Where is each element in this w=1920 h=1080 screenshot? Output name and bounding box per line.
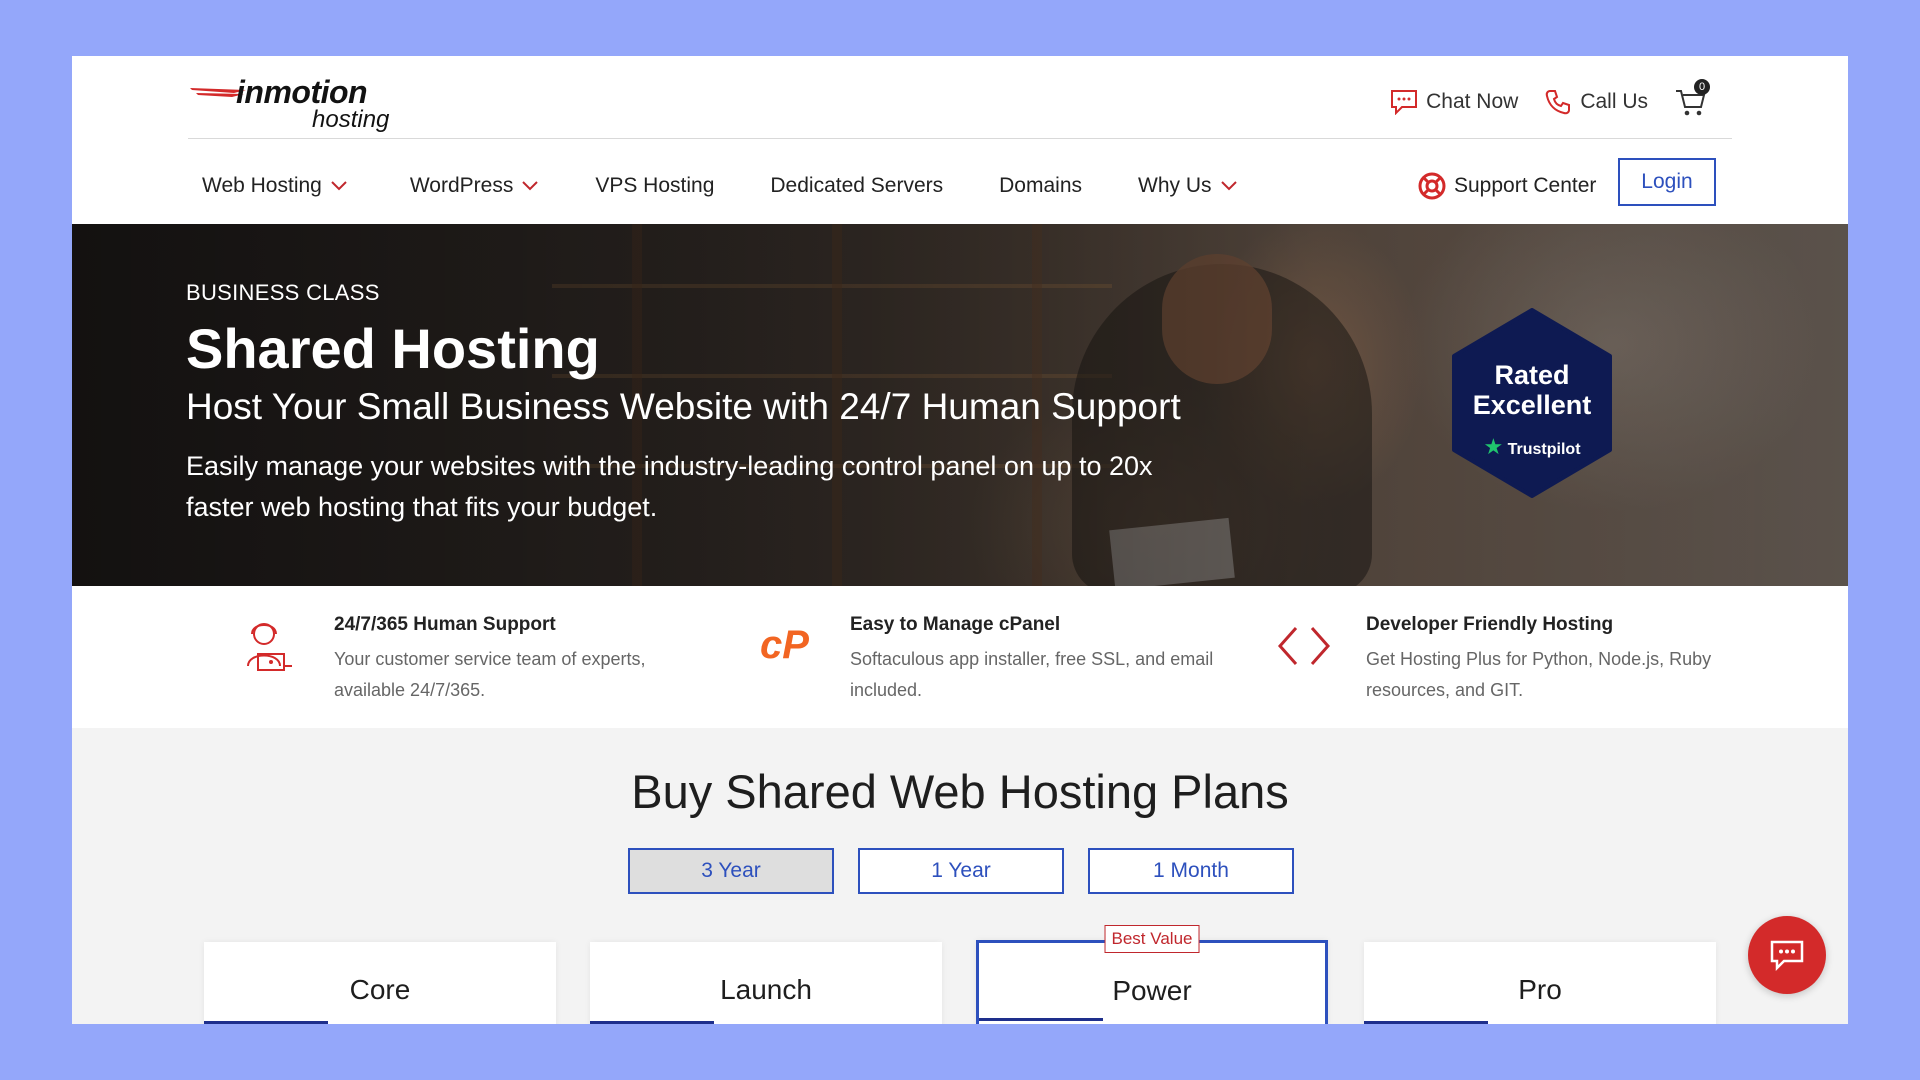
plan-card-launch[interactable]: Launch xyxy=(590,942,942,1024)
hero-subtitle: Host Your Small Business Website with 24… xyxy=(186,386,1181,427)
cart-count-badge: 0 xyxy=(1694,79,1710,95)
login-button[interactable]: Login xyxy=(1618,158,1716,206)
term-selector: 3 Year 1 Year 1 Month xyxy=(628,848,1294,894)
logo-subtext: hosting xyxy=(312,106,390,133)
feature-title: Easy to Manage cPanel xyxy=(850,614,1061,635)
hero-title: Shared Hosting xyxy=(186,317,600,380)
nav-label: Why Us xyxy=(1138,174,1212,197)
plan-card-accent-bar xyxy=(590,1021,714,1024)
call-us-link[interactable]: Call Us xyxy=(1544,88,1648,116)
header-divider xyxy=(188,138,1732,139)
hero-banner: BUSINESS CLASS Shared Hosting Host Your … xyxy=(72,224,1848,586)
feature-title: 24/7/365 Human Support xyxy=(334,614,556,635)
chat-bubble-icon xyxy=(1391,90,1418,115)
badge-line-1: Rated xyxy=(1494,360,1570,390)
plan-card-accent-bar xyxy=(979,1018,1103,1021)
features-strip: 24/7/365 Human Support Your customer ser… xyxy=(72,586,1848,728)
nav-label: Domains xyxy=(999,174,1083,197)
browser-page: inmotion hosting Chat Now Call Us 0 Web … xyxy=(72,56,1848,1024)
live-chat-button[interactable] xyxy=(1748,916,1826,994)
hero-description: Easily manage your websites with the ind… xyxy=(186,451,1153,522)
plan-name: Pro xyxy=(1518,974,1562,1005)
nav-wordpress[interactable]: WordPress xyxy=(410,174,539,198)
nav-web-hosting[interactable]: Web Hosting xyxy=(202,174,348,198)
nav-why-us[interactable]: Why Us xyxy=(1138,174,1238,198)
badge-rating-text: Rated Excellent xyxy=(1450,360,1614,420)
feature-description: Get Hosting Plus for Python, Node.js, Ru… xyxy=(1366,649,1712,700)
nav-label: Dedicated Servers xyxy=(770,174,944,197)
lifebuoy-icon xyxy=(1418,172,1446,200)
feature-description: Your customer service team of experts, a… xyxy=(334,649,646,700)
chevron-down-icon xyxy=(1220,181,1237,191)
chat-now-link[interactable]: Chat Now xyxy=(1390,89,1518,115)
feature-title: Developer Friendly Hosting xyxy=(1366,614,1614,635)
plan-name: Launch xyxy=(720,974,812,1005)
phone-icon xyxy=(1546,90,1571,115)
plan-name: Core xyxy=(349,974,411,1005)
call-us-label: Call Us xyxy=(1580,90,1648,113)
hero-kicker: BUSINESS CLASS xyxy=(186,280,380,305)
support-agent-icon xyxy=(247,623,292,671)
nav-label: VPS Hosting xyxy=(595,174,715,197)
trustpilot-label: ★ Trustpilot xyxy=(1450,434,1614,460)
code-brackets-icon xyxy=(1277,627,1331,665)
plan-name: Power xyxy=(1112,975,1192,1006)
main-nav: Web Hosting WordPress VPS Hosting Dedica… xyxy=(202,164,1294,208)
shopping-cart-button[interactable]: 0 xyxy=(1674,79,1710,119)
term-1-month-button[interactable]: 1 Month xyxy=(1088,848,1294,894)
trustpilot-star-icon: ★ xyxy=(1483,434,1504,459)
plan-card-core[interactable]: Core xyxy=(204,942,556,1024)
inmotion-hosting-logo[interactable]: inmotion hosting xyxy=(188,70,408,134)
nav-domains[interactable]: Domains xyxy=(999,174,1082,198)
best-value-ribbon: Best Value xyxy=(1104,925,1200,953)
nav-label: WordPress xyxy=(409,174,514,197)
chat-bubble-icon xyxy=(1770,940,1804,971)
plan-card-accent-bar xyxy=(1364,1021,1488,1024)
feature-description: Softaculous app installer, free SSL, and… xyxy=(850,649,1214,700)
chevron-down-icon xyxy=(522,181,539,191)
plan-card-pro[interactable]: Pro xyxy=(1364,942,1716,1024)
plan-card-accent-bar xyxy=(204,1021,328,1024)
support-center-link[interactable]: Support Center xyxy=(1418,164,1596,208)
nav-dedicated-servers[interactable]: Dedicated Servers xyxy=(770,174,943,198)
trustpilot-name: Trustpilot xyxy=(1507,441,1581,458)
site-header: inmotion hosting Chat Now Call Us 0 xyxy=(72,56,1848,140)
trustpilot-rating-badge[interactable]: Rated Excellent ★ Trustpilot xyxy=(1450,308,1614,498)
chevron-down-icon xyxy=(331,181,347,191)
chat-now-label: Chat Now xyxy=(1426,90,1519,113)
support-center-label: Support Center xyxy=(1454,174,1597,197)
term-3-year-button[interactable]: 3 Year xyxy=(628,848,834,894)
term-1-year-button[interactable]: 1 Year xyxy=(858,848,1064,894)
svg-text:cP: cP xyxy=(760,623,809,667)
nav-label: Web Hosting xyxy=(202,174,322,197)
cpanel-icon: cP xyxy=(760,623,809,667)
nav-vps-hosting[interactable]: VPS Hosting xyxy=(595,174,714,198)
badge-line-2: Excellent xyxy=(1472,390,1592,420)
plans-section: Buy Shared Web Hosting Plans 3 Year 1 Ye… xyxy=(72,728,1848,1024)
plans-heading: Buy Shared Web Hosting Plans xyxy=(631,765,1289,818)
plan-card-power[interactable]: Best Value Power xyxy=(976,925,1328,1024)
top-actions: Chat Now Call Us 0 xyxy=(1390,79,1710,122)
